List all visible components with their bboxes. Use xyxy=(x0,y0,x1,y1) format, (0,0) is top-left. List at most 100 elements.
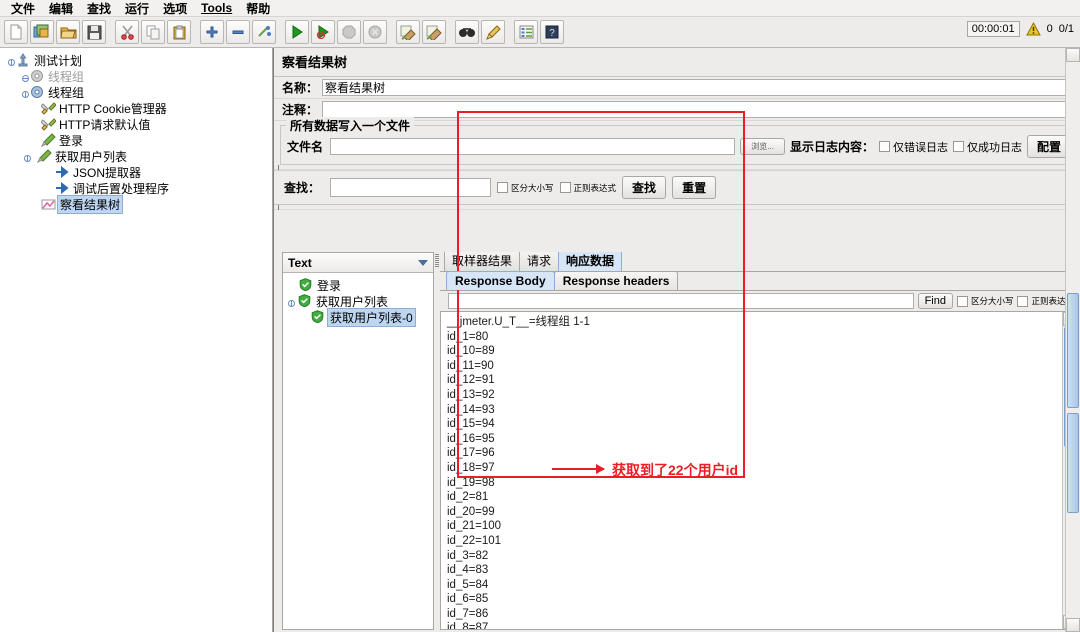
panel-scroll-thumb-lower[interactable] xyxy=(1067,413,1079,513)
tab-response-headers[interactable]: Response headers xyxy=(554,271,679,290)
tree-node-http-request-defaults[interactable]: HTTP请求默认值 xyxy=(3,116,272,132)
tree-node-debug-postprocessor[interactable]: 调试后置处理程序 xyxy=(3,180,272,196)
shutdown-icon[interactable] xyxy=(363,20,387,44)
comment-input[interactable] xyxy=(322,101,1076,118)
response-find-button[interactable]: Find xyxy=(918,293,953,309)
search-reset-button[interactable]: 重置 xyxy=(672,176,716,199)
success-only-checkbox[interactable] xyxy=(953,141,964,152)
result-node-login[interactable]: 登录 xyxy=(285,277,433,293)
tab-response-data[interactable]: 响应数据 xyxy=(558,252,622,271)
tree-node-login-sampler[interactable]: 登录 xyxy=(3,132,272,148)
templates-icon[interactable] xyxy=(30,20,54,44)
view-results-tree-panel: 察看结果树 名称： 注释： 所有数据写入一个文件 文件名 浏览... 显示日志内… xyxy=(273,48,1080,632)
success-only-label: 仅成功日志 xyxy=(967,139,1022,155)
panel-scroll-down-arrow[interactable] xyxy=(1066,618,1080,632)
tab-response-body[interactable]: Response Body xyxy=(446,271,555,290)
menu-item-run[interactable]: 运行 xyxy=(118,0,156,18)
collapse-icon[interactable] xyxy=(226,20,250,44)
search-button[interactable]: 查找 xyxy=(622,176,666,199)
expand-icon[interactable] xyxy=(200,20,224,44)
search-case-sensitive-checkbox[interactable] xyxy=(497,182,508,193)
search-label: 查找： xyxy=(284,179,320,196)
panel-scroll-up-arrow[interactable] xyxy=(1066,48,1080,62)
results-lower-split: Text 登录 xyxy=(274,250,1080,632)
clear-icon[interactable] xyxy=(396,20,420,44)
expand-handle-expanded[interactable] xyxy=(287,297,296,306)
expand-handle-expanded[interactable] xyxy=(23,152,32,161)
splitter-handle-top[interactable] xyxy=(274,165,1080,170)
sampler-icon xyxy=(37,149,52,163)
open-icon[interactable] xyxy=(56,20,80,44)
menu-item-search[interactable]: 查找 xyxy=(80,0,118,18)
tree-node-test-plan[interactable]: 测试计划 xyxy=(3,52,272,68)
listener-icon xyxy=(41,197,56,211)
toggle-icon[interactable] xyxy=(252,20,276,44)
stop-icon[interactable] xyxy=(337,20,361,44)
sample-results-tree[interactable]: Text 登录 xyxy=(282,252,434,630)
success-only-checkbox-wrap[interactable]: 仅成功日志 xyxy=(953,139,1022,155)
start-icon[interactable] xyxy=(285,20,309,44)
errors-only-checkbox[interactable] xyxy=(879,141,890,152)
response-case-sensitive-label: 区分大小写 xyxy=(971,295,1014,307)
render-format-combo[interactable]: Text xyxy=(283,253,433,273)
thread-group-icon xyxy=(30,69,45,83)
search-regex-checkbox[interactable] xyxy=(560,182,571,193)
sample-results-list[interactable]: 登录 获取用户列表 xyxy=(283,273,433,629)
tab-request[interactable]: 请求 xyxy=(519,252,559,271)
chevron-down-icon[interactable] xyxy=(418,260,428,266)
save-icon[interactable] xyxy=(82,20,106,44)
errors-only-checkbox-wrap[interactable]: 仅错误日志 xyxy=(879,139,948,155)
clear-all-icon[interactable] xyxy=(422,20,446,44)
paste-icon[interactable] xyxy=(167,20,191,44)
tree-node-thread-group-disabled[interactable]: 线程组 xyxy=(3,68,272,84)
panel-vertical-scrollbar[interactable] xyxy=(1065,48,1080,632)
response-case-sensitive-checkbox[interactable] xyxy=(957,296,968,307)
tab-sampler-result[interactable]: 取样器结果 xyxy=(444,252,520,271)
help-icon[interactable]: ? xyxy=(540,20,564,44)
search-icon[interactable] xyxy=(455,20,479,44)
response-body-text[interactable]: __jmeter.U_T__=线程组 1-1 id_1=80 id_10=89 … xyxy=(441,312,1062,629)
search-case-sensitive-wrap[interactable]: 区分大小写 xyxy=(497,182,554,194)
tree-node-json-extractor[interactable]: JSON提取器 xyxy=(3,164,272,180)
expand-handle-collapsed[interactable] xyxy=(21,72,30,81)
result-node-label: 登录 xyxy=(317,277,341,294)
search-regex-wrap[interactable]: 正则表达式 xyxy=(560,182,617,194)
expand-handle-expanded[interactable] xyxy=(7,56,16,65)
tree-node-view-results-tree[interactable]: 察看结果树 xyxy=(3,196,272,212)
splitter-handle-bottom[interactable] xyxy=(274,205,1080,210)
tree-node-thread-group[interactable]: 线程组 xyxy=(3,84,272,100)
name-field-row: 名称： xyxy=(274,77,1080,99)
comment-label: 注释： xyxy=(282,101,318,118)
filename-input[interactable] xyxy=(330,138,735,155)
start-no-pauses-icon[interactable] xyxy=(311,20,335,44)
menu-item-edit[interactable]: 编辑 xyxy=(42,0,80,18)
cut-icon[interactable] xyxy=(115,20,139,44)
menu-item-file[interactable]: 文件 xyxy=(4,0,42,18)
name-input[interactable] xyxy=(322,79,1076,96)
panel-scroll-thumb[interactable] xyxy=(1067,293,1079,408)
test-plan-tree[interactable]: 测试计划 线程组 线程组 HTTP Cookie管理器 xyxy=(0,48,273,632)
tree-node-label-selected: 察看结果树 xyxy=(57,195,123,214)
copy-icon[interactable] xyxy=(141,20,165,44)
toolbar-status: 00:00:01 0 0/1 xyxy=(967,21,1074,37)
search-reset-icon[interactable] xyxy=(481,20,505,44)
search-bar: 查找： 区分大小写 正则表达式 查找 重置 xyxy=(274,170,1080,205)
tree-node-label: JSON提取器 xyxy=(73,164,141,181)
expand-handle-expanded[interactable] xyxy=(21,88,30,97)
tree-node-http-cookie-manager[interactable]: HTTP Cookie管理器 xyxy=(3,100,272,116)
response-case-sensitive-wrap[interactable]: 区分大小写 xyxy=(957,295,1014,307)
menu-item-options[interactable]: 选项 xyxy=(156,0,194,18)
function-helper-icon[interactable] xyxy=(514,20,538,44)
result-node-get-user-list-0[interactable]: 获取用户列表-0 xyxy=(285,309,433,325)
response-regex-checkbox[interactable] xyxy=(1017,296,1028,307)
menu-item-help[interactable]: 帮助 xyxy=(239,0,277,18)
new-icon[interactable] xyxy=(4,20,28,44)
menu-item-tools[interactable]: Tools xyxy=(194,0,239,16)
search-input[interactable] xyxy=(330,178,491,197)
page-title: 察看结果树 xyxy=(274,48,1080,77)
tree-node-get-user-list-sampler[interactable]: 获取用户列表 xyxy=(3,148,272,164)
browse-button[interactable]: 浏览... xyxy=(740,138,785,155)
response-find-input[interactable] xyxy=(448,293,914,309)
response-body-area[interactable]: __jmeter.U_T__=线程组 1-1 id_1=80 id_10=89 … xyxy=(440,311,1078,630)
main-tab-row: 取样器结果 请求 响应数据 xyxy=(440,252,1078,271)
